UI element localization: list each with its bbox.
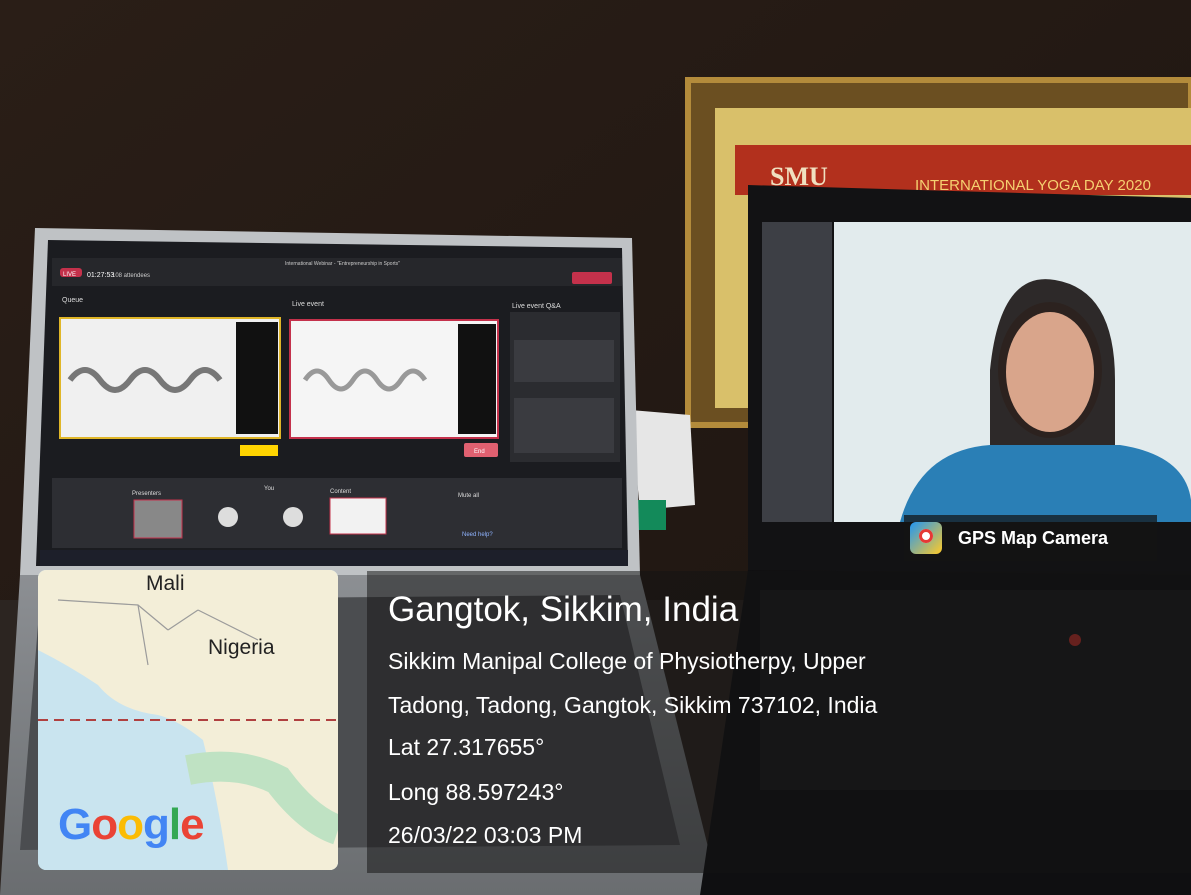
attendees-text: 108 attendees [112,273,150,279]
location-title: Gangtok, Sikkim, India [388,590,739,629]
address-line-1: Sikkim Manipal College of Physiotherpy, … [388,648,866,674]
map-label-mali: Mali [146,572,185,595]
gps-map-camera-badge: GPS Map Camera [904,515,1157,561]
paper-stack [630,410,695,510]
need-help-link[interactable]: Need help? [462,532,493,538]
end-button[interactable]: End [474,449,485,455]
latitude-text: Lat 27.317655° [388,734,545,760]
gps-app-name: GPS Map Camera [958,527,1109,548]
qa-label: Live event Q&A [512,303,561,310]
window-title: International Webinar - "Entrepreneurshi… [285,261,400,267]
you-label: You [264,486,274,492]
timer-text: 01:27:53 [87,272,114,279]
content-label: Content [330,489,351,495]
datetime-text: 26/03/22 03:03 PM [388,822,583,848]
live-event-label: Live event [292,301,324,308]
presenters-label: Presenters [132,491,161,497]
gps-map-camera-icon [910,522,942,554]
live-badge: LIVE [63,272,76,278]
green-object [636,500,666,530]
google-logo: Google [58,800,205,849]
address-line-2: Tadong, Tadong, Gangtok, Sikkim 737102, … [388,692,878,718]
map-label-nigeria: Nigeria [208,636,275,659]
queue-label: Queue [62,297,83,304]
mute-all-button[interactable]: Mute all [458,493,479,499]
longitude-text: Long 88.597243° [388,779,564,805]
